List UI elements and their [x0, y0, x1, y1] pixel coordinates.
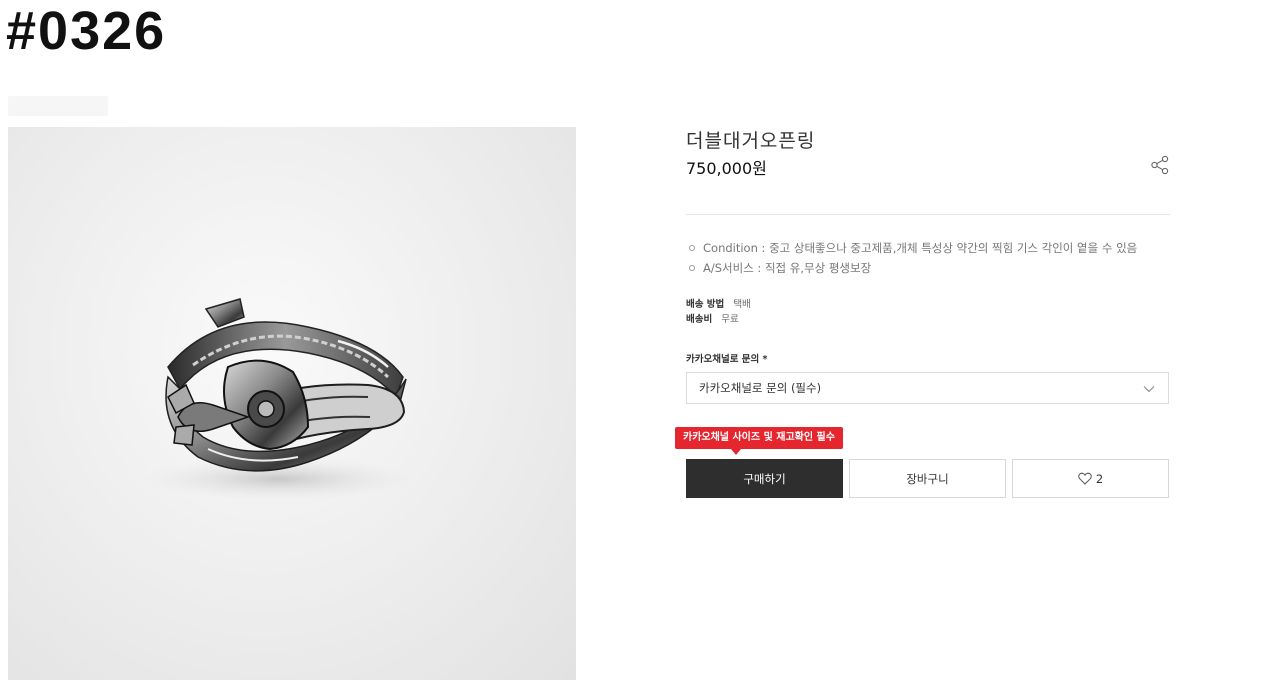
heart-icon — [1078, 472, 1092, 485]
list-item: Condition : 중고 상태좋으나 중고제품,개체 특성상 약간의 찍힘 … — [686, 238, 1170, 258]
cart-button-label: 장바구니 — [906, 471, 949, 486]
chevron-down-icon — [1143, 386, 1155, 393]
option-label: 카카오채널로 문의 * — [686, 351, 768, 365]
detail-condition: Condition : 중고 상태좋으나 중고제품,개체 특성상 약간의 찍힘 … — [703, 241, 1138, 255]
product-price: 750,000원 — [686, 159, 767, 178]
stock-check-tooltip: 카카오채널 사이즈 및 재고확인 필수 — [675, 427, 843, 449]
section-divider — [686, 214, 1170, 215]
sku-label: #0326 — [6, 1, 167, 61]
detail-as-service: A/S서비스 : 직접 유,무상 평생보장 — [703, 261, 872, 275]
buy-button-label: 구매하기 — [743, 471, 786, 486]
bullet-icon — [689, 245, 695, 251]
product-title: 더블대거오픈링 — [686, 130, 816, 152]
ring-illustration — [138, 298, 418, 501]
shipping-fee-label: 배송비 — [686, 314, 713, 325]
share-icon[interactable] — [1150, 155, 1170, 175]
breadcrumb-placeholder — [8, 96, 108, 116]
list-item: A/S서비스 : 직접 유,무상 평생보장 — [686, 258, 1170, 278]
shipping-method-label: 배송 방법 — [686, 299, 725, 310]
product-image — [8, 127, 576, 680]
detail-list: Condition : 중고 상태좋으나 중고제품,개체 특성상 약간의 찍힘 … — [686, 238, 1170, 278]
shipping-method-row: 배송 방법 택배 — [686, 297, 751, 312]
option-select-value: 카카오채널로 문의 (필수) — [699, 381, 822, 395]
option-label-text: 카카오채널로 문의 — [686, 354, 760, 365]
buy-button[interactable]: 구매하기 — [686, 459, 843, 498]
tooltip-arrow — [731, 449, 741, 455]
product-page: #0326 더블대거오픈링 750,000원 Condition: 중고 상태… — [0, 0, 1280, 680]
like-count: 2 — [1095, 471, 1104, 486]
product-info-panel: 더블대거오픈링 750,000원 Condition : 중고 상태좋으나 중고… — [686, 0, 1170, 680]
shipping-method-value: 택배 — [733, 299, 751, 310]
shipping-fee-row: 배송비 무료 — [686, 312, 751, 327]
option-select[interactable]: 카카오채널로 문의 (필수) — [686, 372, 1169, 404]
shipping-info: 배송 방법 택배 배송비 무료 — [686, 297, 751, 327]
bullet-icon — [689, 265, 695, 271]
shipping-fee-value: 무료 — [721, 314, 739, 325]
wishlist-button[interactable]: 2 — [1012, 459, 1169, 498]
add-to-cart-button[interactable]: 장바구니 — [849, 459, 1006, 498]
required-mark: * — [762, 354, 768, 365]
